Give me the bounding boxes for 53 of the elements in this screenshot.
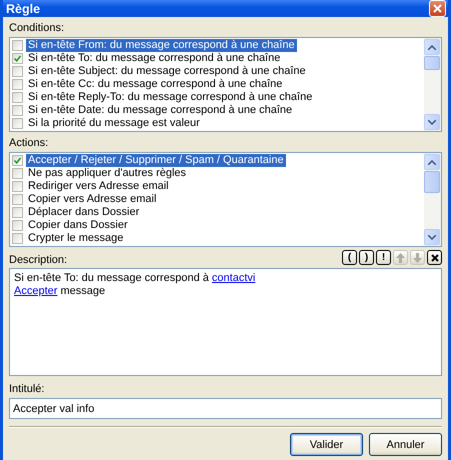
list-item[interactable]: Si en-tête To: du message correspond à une chaîne	[26, 52, 282, 65]
list-item[interactable]: Accepter / Rejeter / Supprimer / Spam / Quarantaine	[26, 154, 286, 167]
scrollbar-thumb[interactable]	[424, 171, 440, 193]
list-item[interactable]: Si en-tête Date: du message correspond à une chaîne	[26, 104, 294, 117]
checkbox[interactable]	[12, 233, 23, 244]
checkbox[interactable]	[12, 105, 23, 116]
close-button[interactable]	[429, 0, 446, 17]
list-item[interactable]: Si en-tête Reply-To: du message correspond à une chaîne	[26, 91, 314, 104]
down-arrow-icon	[413, 252, 422, 262]
close-icon	[433, 4, 442, 13]
checkbox[interactable]	[12, 220, 23, 231]
checkbox[interactable]	[12, 66, 23, 77]
checkbox[interactable]	[12, 79, 23, 90]
section-label: Actions:	[9, 136, 50, 150]
list-item[interactable]: Copier vers Adresse email	[26, 193, 158, 206]
checkbox[interactable]	[12, 168, 23, 179]
checkbox[interactable]	[12, 118, 23, 129]
description-text: message	[59, 285, 106, 297]
checkbox[interactable]	[12, 92, 23, 103]
checkbox[interactable]	[12, 207, 23, 218]
name-field[interactable]: Accepter val info	[9, 398, 442, 419]
tool-button[interactable]: !	[376, 250, 391, 265]
dialog-button[interactable]: Annuler	[369, 433, 442, 456]
list-item[interactable]: Si en-tête Subject: du message correspond à une chaîne	[26, 65, 308, 78]
scrollbar[interactable]	[424, 38, 441, 131]
window-title: Règle	[6, 2, 40, 16]
tool-button[interactable]	[427, 250, 442, 265]
checkbox[interactable]	[12, 40, 23, 51]
list-item[interactable]: Ne pas appliquer d'autres règles	[26, 167, 188, 180]
list-item[interactable]: Si en-tête From: du message correspond à une chaîne	[26, 39, 297, 52]
description-link[interactable]: Accepter	[14, 285, 58, 297]
up-arrow-icon	[396, 252, 405, 262]
list-item[interactable]: Copier dans Dossier	[26, 219, 130, 232]
checkbox[interactable]	[12, 155, 23, 166]
checkbox[interactable]	[12, 194, 23, 205]
dialog-button[interactable]: Valider	[290, 433, 363, 456]
list-item[interactable]: Rediriger vers Adresse email	[26, 180, 171, 193]
tool-button[interactable]: )	[359, 250, 374, 265]
list-item[interactable]: Déplacer dans Dossier	[26, 206, 142, 219]
checkbox[interactable]	[12, 53, 23, 64]
description-link[interactable]: contactvi	[212, 272, 256, 284]
close-icon	[430, 254, 438, 262]
section-label: Description:	[9, 253, 68, 267]
list-item[interactable]: Si en-tête Cc: du message correspond à une chaîne	[26, 78, 284, 91]
checkbox[interactable]	[12, 181, 23, 192]
scrollbar-thumb[interactable]	[424, 56, 440, 70]
description-text: Si en-tête To: du message correspond à	[14, 272, 210, 284]
field-label: Intitulé:	[9, 382, 46, 396]
section-label: Conditions:	[9, 21, 66, 35]
list-item[interactable]: Si la priorité du message est valeur	[26, 117, 202, 130]
scrollbar[interactable]	[424, 153, 441, 246]
list-item[interactable]: Crypter le message	[26, 232, 126, 245]
tool-button[interactable]: (	[342, 250, 357, 265]
